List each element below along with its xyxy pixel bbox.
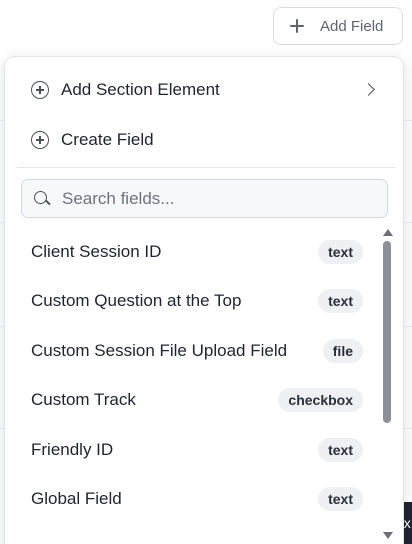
menu-item-label: Add Section Element bbox=[61, 80, 220, 99]
field-type-badge: checkbox bbox=[278, 387, 363, 412]
field-list-item[interactable]: Custom Track checkbox bbox=[5, 375, 379, 424]
add-field-label: Add Field bbox=[320, 17, 384, 35]
add-section-element-item[interactable]: Add Section Element bbox=[5, 67, 403, 113]
circle-plus-icon bbox=[31, 81, 49, 99]
field-name: Global Field bbox=[31, 488, 122, 508]
chevron-right-icon bbox=[362, 83, 375, 96]
add-field-dropdown: Add Section Element Create Field Client … bbox=[4, 56, 404, 544]
field-list-item[interactable]: Client Session ID text bbox=[5, 227, 379, 276]
search-icon bbox=[34, 190, 50, 207]
search-field[interactable] bbox=[21, 179, 388, 218]
field-name: Custom Question at the Top bbox=[31, 290, 242, 310]
menu-item-label: Create Field bbox=[61, 130, 154, 149]
scroll-down-arrow-icon[interactable] bbox=[383, 532, 393, 539]
field-list-item[interactable]: Friendly ID text bbox=[5, 425, 379, 474]
menu-divider bbox=[17, 167, 395, 168]
scrollbar-thumb[interactable] bbox=[383, 241, 391, 423]
field-list-item[interactable]: Global Field text bbox=[5, 474, 379, 523]
plus-icon bbox=[290, 19, 304, 33]
scroll-up-arrow-icon[interactable] bbox=[383, 229, 393, 236]
field-name: Client Session ID bbox=[31, 241, 162, 261]
field-name: Friendly ID bbox=[31, 439, 114, 459]
circle-plus-icon bbox=[31, 131, 49, 149]
field-type-badge: text bbox=[318, 288, 363, 313]
field-type-badge: file bbox=[322, 338, 363, 363]
create-field-item[interactable]: Create Field bbox=[5, 117, 403, 163]
field-name: Custom Session File Upload Field bbox=[31, 340, 288, 360]
field-type-badge: text bbox=[318, 239, 363, 264]
add-field-button[interactable]: Add Field bbox=[273, 7, 403, 45]
field-list: Client Session ID text Custom Question a… bbox=[5, 227, 379, 544]
field-list-scrollbar[interactable] bbox=[381, 227, 395, 543]
field-type-badge: text bbox=[318, 437, 363, 462]
page: Add Field ex Add Section Element Create … bbox=[0, 0, 412, 544]
search-input[interactable] bbox=[62, 188, 362, 209]
field-name: Custom Track bbox=[31, 389, 136, 409]
field-list-item[interactable]: Custom Session File Upload Field file bbox=[5, 326, 379, 375]
field-list-item[interactable]: Custom Question at the Top text bbox=[5, 276, 379, 325]
field-type-badge: text bbox=[318, 486, 363, 511]
